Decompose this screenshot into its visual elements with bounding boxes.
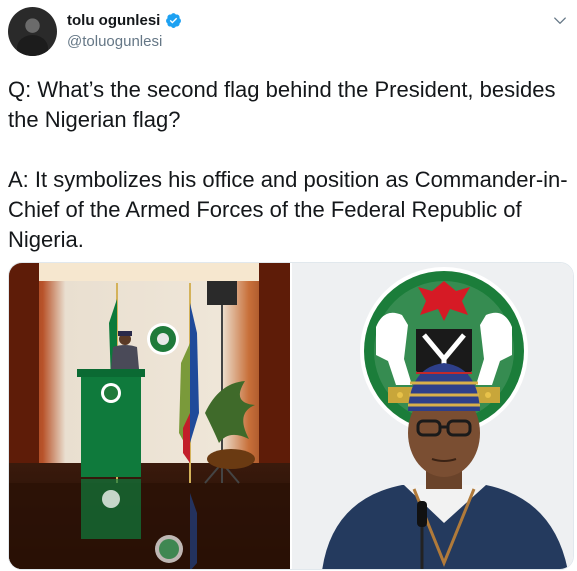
verified-badge-icon [166, 13, 182, 28]
podium-scene [9, 263, 290, 569]
tweet-text: Q: What’s the second flag behind the Pre… [8, 75, 570, 255]
tweet-media [8, 262, 574, 570]
author-handle[interactable]: @toluogunlesi [67, 33, 162, 50]
president-portrait-photo[interactable] [292, 263, 573, 569]
author-name-row[interactable]: tolu ogunlesi [67, 12, 182, 29]
chevron-down-icon[interactable] [553, 14, 567, 28]
tweet-card: tolu ogunlesi @toluogunlesi Q: What’s th… [0, 0, 577, 571]
tweet-answer: A: It symbolizes his office and position… [8, 167, 568, 252]
avatar[interactable] [8, 7, 57, 56]
portrait-scene [292, 263, 573, 569]
author-display-name[interactable]: tolu ogunlesi [67, 12, 160, 29]
tweet-question: Q: What’s the second flag behind the Pre… [8, 77, 556, 132]
president-at-podium-photo[interactable] [9, 263, 290, 569]
